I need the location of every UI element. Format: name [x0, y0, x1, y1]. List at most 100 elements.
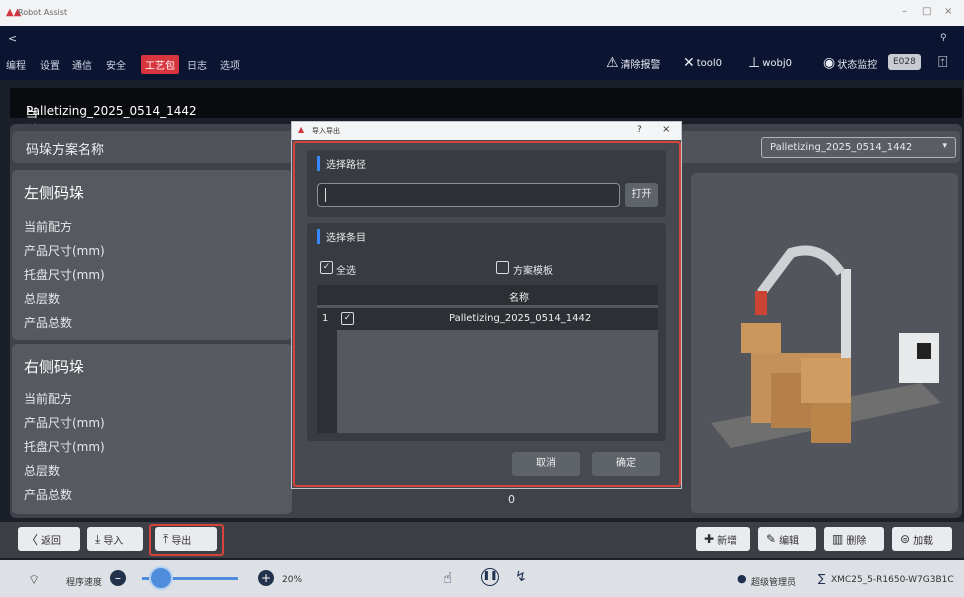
- menu-log[interactable]: 日志: [187, 57, 207, 72]
- dialog-title-bar: ▲ 导入导出 ? ×: [292, 122, 681, 140]
- coordinate-icon: ⊥: [748, 55, 761, 71]
- menu-safety[interactable]: 安全: [106, 57, 126, 72]
- total-layers-label: 总层数: [24, 464, 61, 478]
- download-icon: ⤓: [95, 531, 101, 546]
- left-stacking-section: 左侧码垛 当前配方 产品尺寸(mm) 托盘尺寸(mm) 总层数 产品总数: [12, 170, 292, 340]
- row-name: Palletizing_2025_0514_1442: [449, 313, 592, 324]
- user-icon: ●: [737, 572, 747, 585]
- product-total-label: 产品总数: [24, 316, 73, 330]
- edit-label: 编辑: [779, 535, 800, 547]
- menu-options[interactable]: 选项: [220, 57, 240, 72]
- delete-label: 删除: [846, 535, 867, 547]
- table-header: 名称: [317, 285, 658, 305]
- left-stacking-title: 左侧码垛: [24, 184, 85, 202]
- current-scheme-label: 当前码垛方案: Palletizing_2025_0514_1442: [18, 96, 197, 205]
- current-recipe-label: 当前配方: [24, 392, 73, 406]
- add-label: 新增: [717, 535, 738, 547]
- load-button[interactable]: ⊜ 加载: [892, 527, 952, 551]
- cancel-button[interactable]: 取消: [512, 452, 580, 476]
- program-speed-label: 程序速度: [66, 578, 103, 588]
- maximize-icon[interactable]: □: [922, 6, 931, 17]
- open-button[interactable]: 打开: [625, 183, 658, 207]
- controller-icon: ∑: [818, 572, 826, 585]
- back-arrow-icon[interactable]: <: [8, 32, 17, 45]
- motor-icon[interactable]: ↯: [515, 569, 527, 585]
- add-button[interactable]: ✚ 新增: [696, 527, 750, 551]
- product-total-value: 0: [508, 493, 515, 506]
- import-button[interactable]: ⤓ 导入: [87, 527, 143, 551]
- hand-icon[interactable]: ⍐: [938, 52, 948, 72]
- dialog-close-icon[interactable]: ×: [662, 124, 670, 135]
- path-section-title: 选择路径: [317, 156, 366, 171]
- trash-icon: ▥: [832, 532, 844, 546]
- status-monitor-button[interactable]: ◉ 状态监控: [823, 55, 877, 71]
- current-recipe-label: 当前配方: [24, 220, 73, 234]
- menu-communication[interactable]: 通信: [72, 57, 92, 72]
- speed-slider-knob[interactable]: [149, 566, 174, 590]
- clear-alarm-button[interactable]: ⚠ 清除报警: [606, 55, 661, 71]
- text-caret: [325, 188, 326, 202]
- menu-process-package[interactable]: 工艺包: [141, 55, 179, 74]
- speed-increase-button[interactable]: +: [258, 570, 274, 586]
- bottom-button-bar: [0, 522, 964, 558]
- user-name: 超级管理员: [751, 578, 797, 588]
- product-total-label: 产品总数: [24, 488, 73, 502]
- app-title: Robot Assist: [18, 8, 68, 17]
- tool-label: tool0: [696, 57, 723, 69]
- product-size-label: 产品尺寸(mm): [24, 416, 105, 430]
- window-title-bar: ▲▲ Robot Assist – □ ×: [0, 0, 964, 26]
- pencil-icon: ✎: [766, 532, 777, 546]
- dialog-logo-icon: ▲: [298, 125, 305, 134]
- scheme-select[interactable]: Palletizing_2025_0514_1442 ▾: [761, 137, 956, 158]
- product-size-label: 产品尺寸(mm): [24, 244, 105, 258]
- table-row[interactable]: 1 ✓ Palletizing_2025_0514_1442: [317, 308, 658, 330]
- scheme-template-checkbox[interactable]: [496, 261, 509, 274]
- delete-button[interactable]: ▥ 删除: [824, 527, 884, 551]
- scheme-template-label: 方案模板: [513, 266, 553, 277]
- speed-decrease-button[interactable]: –: [110, 570, 126, 586]
- chevron-down-icon: ▾: [942, 141, 947, 151]
- edit-button[interactable]: ✎ 编辑: [758, 527, 816, 551]
- column-name-header: 名称: [509, 293, 529, 304]
- eye-icon: ◉: [823, 55, 836, 71]
- menu-settings[interactable]: 设置: [40, 57, 60, 72]
- current-scheme-bar: 当前码垛方案: Palletizing_2025_0514_1442: [10, 88, 962, 205]
- row-index: 1: [322, 313, 329, 324]
- tool-button[interactable]: ✕ tool0: [683, 55, 722, 71]
- load-icon: ⊜: [900, 532, 911, 546]
- path-input[interactable]: [317, 183, 620, 207]
- confirm-button[interactable]: 确定: [592, 452, 660, 476]
- error-code-badge[interactable]: E028: [888, 54, 921, 70]
- current-scheme-value: Palletizing_2025_0514_1442: [26, 104, 197, 118]
- row-checkbox[interactable]: ✓: [341, 312, 354, 325]
- pause-icon[interactable]: ❚❚: [481, 568, 499, 586]
- pallet-size-label: 托盘尺寸(mm): [24, 268, 105, 282]
- minimize-icon[interactable]: –: [902, 6, 907, 17]
- alarm-icon: ⚠: [606, 55, 619, 71]
- robot-preview: [691, 173, 958, 513]
- jog-hand-icon[interactable]: ☝: [443, 569, 452, 587]
- total-layers-label: 总层数: [24, 292, 61, 306]
- export-highlight: [149, 524, 224, 556]
- wifi-icon: ⌔: [28, 573, 41, 588]
- scheme-select-value: Palletizing_2025_0514_1442: [770, 142, 913, 153]
- controller-model: XMC25_5-R1650-W7G3B1C: [831, 575, 954, 585]
- chevron-left-icon: 〈: [26, 532, 39, 547]
- menu-programming[interactable]: 编程: [6, 57, 26, 72]
- help-icon[interactable]: ?: [637, 125, 642, 135]
- row-header-column: [317, 330, 337, 433]
- search-icon[interactable]: ⚲: [940, 33, 947, 43]
- speed-value: 20%: [282, 575, 303, 585]
- scheme-name-label: 码垛方案名称: [26, 143, 105, 158]
- close-icon[interactable]: ×: [944, 6, 952, 17]
- palletizing-robot-illustration: [711, 245, 941, 448]
- tool-icon: ✕: [683, 55, 695, 71]
- load-label: 加载: [913, 535, 934, 547]
- plus-icon: ✚: [704, 532, 715, 546]
- right-stacking-title: 右侧码垛: [24, 358, 85, 376]
- clear-alarm-label: 清除报警: [620, 59, 661, 71]
- wobj-button[interactable]: ⊥ wobj0: [748, 55, 792, 71]
- back-button[interactable]: 〈返回: [18, 527, 80, 551]
- dialog-title: 导入导出: [312, 127, 340, 135]
- select-all-checkbox[interactable]: ✓: [320, 261, 333, 274]
